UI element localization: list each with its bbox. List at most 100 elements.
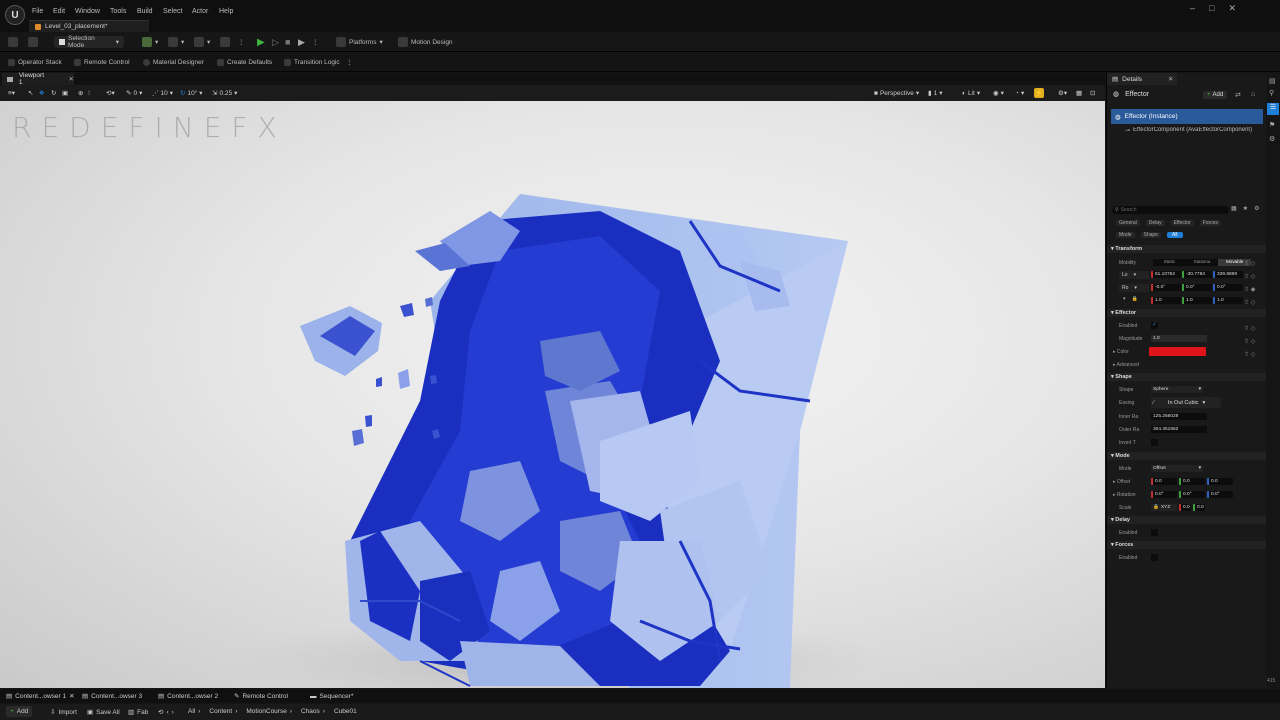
keyframe-icon[interactable]: ⇧ ◇ [1244, 336, 1264, 349]
mode-rotation-z-field[interactable]: 0.0° [1207, 491, 1233, 498]
add-button[interactable]: + Add [6, 706, 33, 717]
lightning-icon[interactable]: ⚡ [1034, 88, 1045, 98]
delay-section-header[interactable]: ▾ Delay [1111, 517, 1130, 523]
close-icon[interactable]: ✕ [69, 692, 74, 700]
create-defaults-button[interactable]: Create Defaults [217, 56, 272, 68]
back-icon[interactable]: ‹ [166, 709, 168, 716]
menu-tools[interactable]: Tools [110, 8, 126, 15]
star-icon[interactable]: ★ [1243, 205, 1248, 212]
menu-select[interactable]: Select [163, 8, 182, 15]
fab-button[interactable]: ▥ Fab [128, 708, 148, 717]
forward-icon[interactable]: › [172, 709, 174, 716]
scale-lock-toggle[interactable]: 🔒 XYZ [1151, 504, 1177, 511]
translate-tool-icon[interactable]: ✥ [39, 88, 44, 98]
platforms-button[interactable]: Platforms ▾ [336, 36, 383, 48]
rotation-y-field[interactable]: 0.0° [1182, 284, 1212, 291]
blueprint-icon[interactable]: ⇄ [1235, 91, 1241, 99]
viewport-menu-icon[interactable]: ≡▾ [8, 88, 15, 98]
keyframe-icon[interactable]: ⇧ ◇ [1244, 271, 1264, 284]
settings-icon[interactable]: ⚙▾ [1058, 88, 1067, 98]
advanced-label[interactable]: ▸ Advanced [1113, 362, 1139, 368]
unreal-logo-icon[interactable]: U [5, 5, 25, 25]
lock-icon[interactable]: 🔒 [1132, 296, 1138, 302]
cinematics-icon[interactable]: ▾ [194, 36, 210, 48]
mode-scale-x-field[interactable]: 0.0 [1179, 504, 1191, 511]
rotation-z-field[interactable]: 0.0° [1213, 284, 1243, 291]
filter-general[interactable]: General [1116, 220, 1140, 226]
realtime-dropdown[interactable]: ◔ ▾ [1015, 88, 1024, 98]
rotation-snap-toggle[interactable]: ✎ 0 ▾ [126, 88, 142, 98]
maximize-icon[interactable]: □ [1209, 3, 1214, 14]
operator-stack-button[interactable]: Operator Stack [8, 56, 62, 68]
easing-dropdown[interactable]: ∕ In Out Cubic ▾ [1151, 397, 1221, 408]
inner-radius-field[interactable]: 125.256028 [1151, 413, 1207, 420]
offset-z-field[interactable]: 0.0 [1207, 478, 1233, 485]
menu-file[interactable]: File [32, 8, 43, 15]
perspective-dropdown[interactable]: ■ Perspective ▾ [874, 88, 919, 98]
camera-speed-dropdown[interactable]: ▮ 1 ▾ [928, 88, 942, 98]
remote-control-button[interactable]: Remote Control [74, 56, 130, 68]
filter-all[interactable]: All [1166, 232, 1183, 238]
delay-enabled-checkbox[interactable] [1151, 529, 1158, 536]
build-icon[interactable] [220, 36, 230, 48]
filter-delay[interactable]: Delay [1145, 220, 1165, 226]
menu-window[interactable]: Window [75, 8, 100, 15]
remote-control-tab[interactable]: ✎ Remote Control [234, 691, 288, 701]
rotation-dropdown[interactable]: Ro ▾ [1119, 284, 1149, 292]
keyframe-icon[interactable]: ⇧ ◇ [1244, 258, 1264, 271]
scale-y-field[interactable]: 1.0 [1182, 297, 1212, 304]
search-icon[interactable]: ⚲ [1269, 89, 1274, 97]
material-designer-button[interactable]: Material Designer [143, 56, 204, 68]
step-icon[interactable]: ▷ [272, 36, 279, 48]
forces-enabled-checkbox[interactable] [1151, 554, 1158, 561]
motion-design-button[interactable]: Motion Design [398, 36, 453, 48]
menu-edit[interactable]: Edit [53, 8, 65, 15]
maximize-viewport-icon[interactable]: ⊡ [1090, 88, 1095, 98]
level-tab[interactable]: Level_03_placement* [29, 20, 149, 32]
viewport[interactable]: REDEFINEFX [0, 101, 1105, 688]
magnitude-field[interactable]: 1.0 [1151, 335, 1207, 342]
stop-icon[interactable]: ■ [285, 36, 290, 48]
selection-mode-dropdown[interactable]: Selection Mode ▾ [54, 35, 124, 49]
settings-icon[interactable]: ⚙ [1269, 135, 1275, 143]
menu-help[interactable]: Help [219, 8, 233, 15]
mode-dropdown[interactable]: Offset ▾ [1151, 465, 1203, 472]
details-toggle-icon[interactable]: ☰ [1267, 103, 1279, 115]
keyframe-icon[interactable]: ⇧ ◇ [1244, 349, 1264, 362]
show-dropdown[interactable]: ◉ ▾ [993, 88, 1004, 98]
angle-snap-toggle[interactable]: ↻ 10° ▾ [180, 88, 203, 98]
grid-snap-toggle[interactable]: ⋰ 10 ▾ [152, 88, 173, 98]
keyframe-icon[interactable]: ⇧ ◆ [1244, 284, 1264, 297]
chevron-down-icon[interactable]: ▾ [1123, 296, 1126, 302]
shape-dropdown[interactable]: Sphere ▾ [1151, 386, 1203, 393]
gear-icon[interactable]: ⚙ [1254, 205, 1259, 212]
location-y-field[interactable]: -30.7784 [1182, 271, 1212, 278]
outer-radius-field[interactable]: 304.351562 [1151, 426, 1207, 433]
mode-scale-y-field[interactable]: 0.0 [1193, 504, 1205, 511]
scale-tool-icon[interactable]: ▣ [62, 88, 68, 98]
rotate-tool-icon[interactable]: ↻ [51, 88, 56, 98]
more-icon[interactable]: ⋮ [238, 36, 245, 48]
location-x-field[interactable]: 61.10762 [1151, 271, 1181, 278]
snap-settings-icon[interactable]: ⟲▾ [106, 88, 115, 98]
content-browser-2-tab[interactable]: ▤ Content...owser 2 [158, 691, 218, 701]
mobility-static[interactable]: Static [1153, 259, 1186, 266]
browse-icon[interactable] [28, 36, 38, 48]
filter-forces[interactable]: Forces [1199, 220, 1222, 226]
color-swatch[interactable] [1149, 347, 1206, 356]
breadcrumb-all[interactable]: All [188, 708, 195, 715]
mobility-stationary[interactable]: Stationa [1186, 259, 1219, 266]
save-all-button[interactable]: ▣ Save All [87, 708, 120, 717]
breadcrumb-content[interactable]: Content [209, 708, 232, 715]
more-icon[interactable]: ⋮ [346, 56, 353, 68]
scale-snap-toggle[interactable]: ⇲ 0.25 ▾ [212, 88, 237, 98]
eject-icon[interactable]: ▶ [298, 36, 305, 48]
mode-rotation-x-field[interactable]: 0.0° [1151, 491, 1177, 498]
breadcrumb-motioncourse[interactable]: MotionCourse [246, 708, 286, 715]
invert-checkbox[interactable] [1151, 439, 1158, 446]
details-tab[interactable]: ▤ Details ✕ [1107, 73, 1177, 85]
enabled-checkbox[interactable]: ✓ [1151, 322, 1158, 329]
content-browser-3-tab[interactable]: ▤ Content...owser 3 [82, 691, 142, 701]
filter-effector[interactable]: Effector [1170, 220, 1194, 226]
transform-section-header[interactable]: ▾ Transform [1111, 246, 1142, 252]
